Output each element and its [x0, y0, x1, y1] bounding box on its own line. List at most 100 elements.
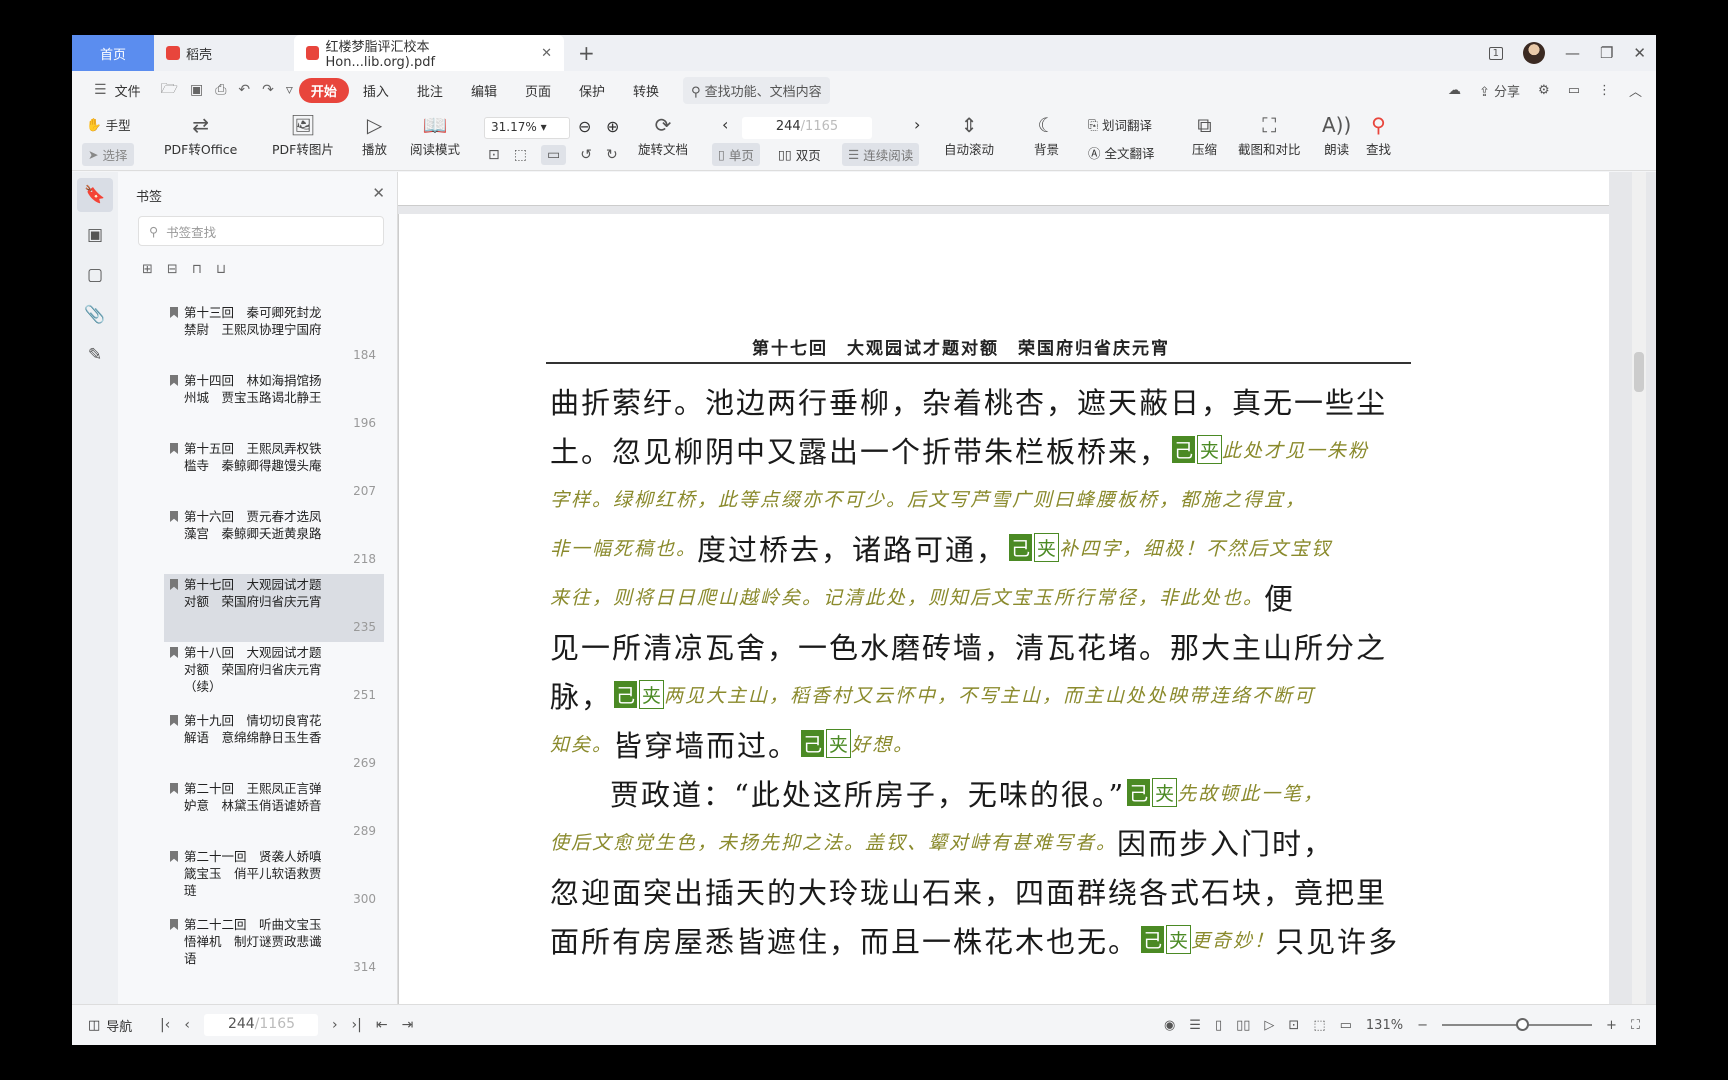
- vertical-scrollbar[interactable]: [1632, 172, 1646, 1004]
- dropdown-icon[interactable]: ▿: [280, 82, 299, 98]
- zoom-out-icon[interactable]: −: [1417, 1018, 1428, 1033]
- rotate-left-icon[interactable]: ↺: [580, 147, 592, 163]
- single-page-button[interactable]: ▯ 单页: [712, 143, 760, 166]
- remove-bookmark-icon[interactable]: ⊔: [216, 262, 226, 277]
- zoom-slider-knob[interactable]: [1515, 1018, 1529, 1031]
- share-button[interactable]: ⇪ 分享: [1479, 81, 1520, 100]
- tab-docer[interactable]: 稻壳: [154, 35, 294, 71]
- status-page-input[interactable]: 244/1165: [203, 1014, 318, 1036]
- prev-page-icon[interactable]: ‹: [184, 1017, 190, 1033]
- fit-page-icon[interactable]: ⊡: [488, 147, 500, 163]
- actual-size-icon[interactable]: ⬚: [1313, 1018, 1325, 1033]
- thumbnail-icon[interactable]: ▣: [77, 218, 113, 252]
- close-panel-icon[interactable]: ✕: [372, 184, 385, 202]
- play-icon[interactable]: ▷: [1264, 1018, 1274, 1033]
- undo-icon[interactable]: ↶: [232, 82, 256, 98]
- pdf-to-office-button[interactable]: ⇄ PDF转Office: [164, 111, 237, 158]
- add-bookmark-icon[interactable]: ⊓: [192, 262, 202, 277]
- fit-page-icon[interactable]: ⊡: [1288, 1018, 1299, 1033]
- fit-width-icon[interactable]: ▭: [540, 145, 567, 165]
- restore-icon[interactable]: ❐: [1600, 44, 1613, 62]
- expand-all-icon[interactable]: ⊞: [142, 262, 153, 277]
- rotate-document-button[interactable]: ⟳ 旋转文档: [638, 111, 688, 158]
- fullscreen-icon[interactable]: ⛶: [1631, 1018, 1640, 1033]
- cloud-sync-icon[interactable]: ☁: [1448, 83, 1461, 98]
- bookmark-item[interactable]: 第十六回 贾元春才选凤藻宫 秦鲸卿夭逝黄泉路 218: [164, 506, 384, 574]
- double-view-icon[interactable]: ▯▯: [1236, 1018, 1250, 1033]
- menu-page[interactable]: 页面: [511, 81, 565, 100]
- pdf-to-image-button[interactable]: 🖼 PDF转图片: [272, 111, 334, 158]
- next-page-icon[interactable]: ›: [914, 115, 920, 134]
- find-button[interactable]: ⚲ 查找: [1366, 111, 1391, 158]
- tab-close-icon[interactable]: ✕: [541, 46, 552, 61]
- back-icon[interactable]: ⇤: [376, 1017, 388, 1033]
- menu-annotate[interactable]: 批注: [403, 81, 457, 100]
- bookmark-item[interactable]: 第十九回 情切切良宵花解语 意绵绵静日玉生香 269: [164, 710, 384, 778]
- menu-start[interactable]: 开始: [298, 77, 349, 103]
- scrollbar-thumb[interactable]: [1634, 352, 1644, 392]
- bookmark-item[interactable]: 第十四回 林如海捐馆扬州城 贾宝玉路谒北静王 196: [164, 370, 384, 438]
- reading-mode-button[interactable]: 📖 阅读模式: [410, 111, 460, 158]
- bookmark-item[interactable]: 第二十回 王熙凤正言弹妒意 林黛玉俏语谑娇音 289: [164, 778, 384, 846]
- collapse-all-icon[interactable]: ⊟: [167, 262, 178, 277]
- navigation-toggle[interactable]: ◫ 导航: [88, 1016, 132, 1035]
- actual-size-icon[interactable]: ⬚: [514, 147, 527, 163]
- full-translate-button[interactable]: Ⓐ 全文翻译: [1088, 143, 1155, 162]
- tab-pdf-document[interactable]: 红楼梦脂评汇校本 Hon...lib.org).pdf ✕: [294, 35, 564, 71]
- tab-home[interactable]: 首页: [72, 35, 154, 71]
- menu-edit[interactable]: 编辑: [457, 81, 511, 100]
- first-page-icon[interactable]: |‹: [160, 1017, 170, 1033]
- select-tool[interactable]: ➤ 选择: [82, 143, 134, 166]
- minimize-icon[interactable]: —: [1565, 44, 1580, 62]
- read-aloud-button[interactable]: A)) 朗读: [1322, 111, 1351, 158]
- double-page-button[interactable]: ▯▯ 双页: [778, 145, 821, 164]
- prev-page-icon[interactable]: ‹: [722, 115, 728, 134]
- continuous-view-icon[interactable]: ☰: [1189, 1018, 1201, 1033]
- rotate-right-icon[interactable]: ↻: [606, 147, 618, 163]
- eye-protect-icon[interactable]: ◉: [1164, 1018, 1175, 1033]
- redo-icon[interactable]: ↷: [256, 82, 280, 98]
- bookmark-panel-icon[interactable]: 🔖: [77, 178, 113, 212]
- menu-convert[interactable]: 转换: [619, 81, 673, 100]
- page-number-input[interactable]: 244/1165: [742, 117, 872, 139]
- auto-scroll-button[interactable]: ⇕ 自动滚动: [944, 111, 994, 158]
- bookmark-item[interactable]: 第十八回 大观园试才题对额 荣国府归省庆元宵（续） 251: [164, 642, 384, 710]
- zoom-level[interactable]: 131%: [1366, 1018, 1403, 1033]
- background-button[interactable]: ☾ 背景: [1034, 111, 1059, 158]
- avatar[interactable]: [1522, 42, 1545, 64]
- window-count-badge[interactable]: 1: [1488, 46, 1503, 60]
- screenshot-compare-button[interactable]: ⛶ 截图和对比: [1238, 111, 1301, 158]
- bookmark-search-input[interactable]: ⚲ 书签查找: [138, 216, 384, 246]
- hamburger-icon[interactable]: ☰: [88, 82, 113, 98]
- bookmark-item[interactable]: 第十五回 王熙凤弄权铁槛寺 秦鲸卿得趣馒头庵 207: [164, 438, 384, 506]
- attachment-icon[interactable]: 📎: [77, 298, 113, 332]
- bookmark-item[interactable]: 第二十二回 听曲文宝玉悟禅机 制灯谜贾政悲谶语 314: [164, 914, 384, 982]
- new-tab-button[interactable]: +: [578, 41, 595, 65]
- zoom-select[interactable]: 31.17% ▾: [484, 117, 570, 139]
- last-page-icon[interactable]: ›|: [352, 1017, 362, 1033]
- bookmark-item[interactable]: 第十三回 秦可卿死封龙禁尉 王熙凤协理宁国府 184: [164, 302, 384, 370]
- feature-search[interactable]: ⚲ 查找功能、文档内容: [683, 76, 830, 104]
- menu-insert[interactable]: 插入: [349, 81, 403, 100]
- bookmark-item-selected[interactable]: 第十七回 大观园试才题对额 荣国府归省庆元宵 235: [164, 574, 384, 642]
- play-button[interactable]: ▷ 播放: [362, 111, 387, 158]
- zoom-in-icon[interactable]: ⊕: [606, 117, 619, 136]
- forward-icon[interactable]: ⇥: [402, 1017, 414, 1033]
- zoom-slider[interactable]: [1441, 1018, 1592, 1031]
- settings-icon[interactable]: ⚙: [1538, 83, 1550, 98]
- print-icon[interactable]: ⎙: [209, 82, 232, 98]
- zoom-out-icon[interactable]: ⊖: [578, 117, 591, 136]
- collapse-icon[interactable]: ︿: [1629, 81, 1642, 100]
- single-view-icon[interactable]: ▯: [1215, 1018, 1222, 1033]
- fit-width-icon[interactable]: ▭: [1340, 1018, 1352, 1033]
- comment-icon[interactable]: ▭: [1568, 83, 1580, 98]
- comment-panel-icon[interactable]: ▢: [77, 258, 113, 292]
- menu-file[interactable]: 文件: [113, 81, 155, 100]
- compress-button[interactable]: ⧉ 压缩: [1192, 111, 1217, 158]
- save-icon[interactable]: ▣: [184, 82, 209, 98]
- continuous-read-button[interactable]: ☰ 连续阅读: [842, 143, 920, 166]
- bookmark-item[interactable]: 第二十一回 贤袭人娇嗔箴宝玉 俏平儿软语救贾琏 300: [164, 846, 384, 914]
- zoom-in-icon[interactable]: +: [1606, 1018, 1617, 1033]
- open-folder-icon[interactable]: 🗁: [155, 78, 184, 102]
- next-page-icon[interactable]: ›: [332, 1017, 338, 1033]
